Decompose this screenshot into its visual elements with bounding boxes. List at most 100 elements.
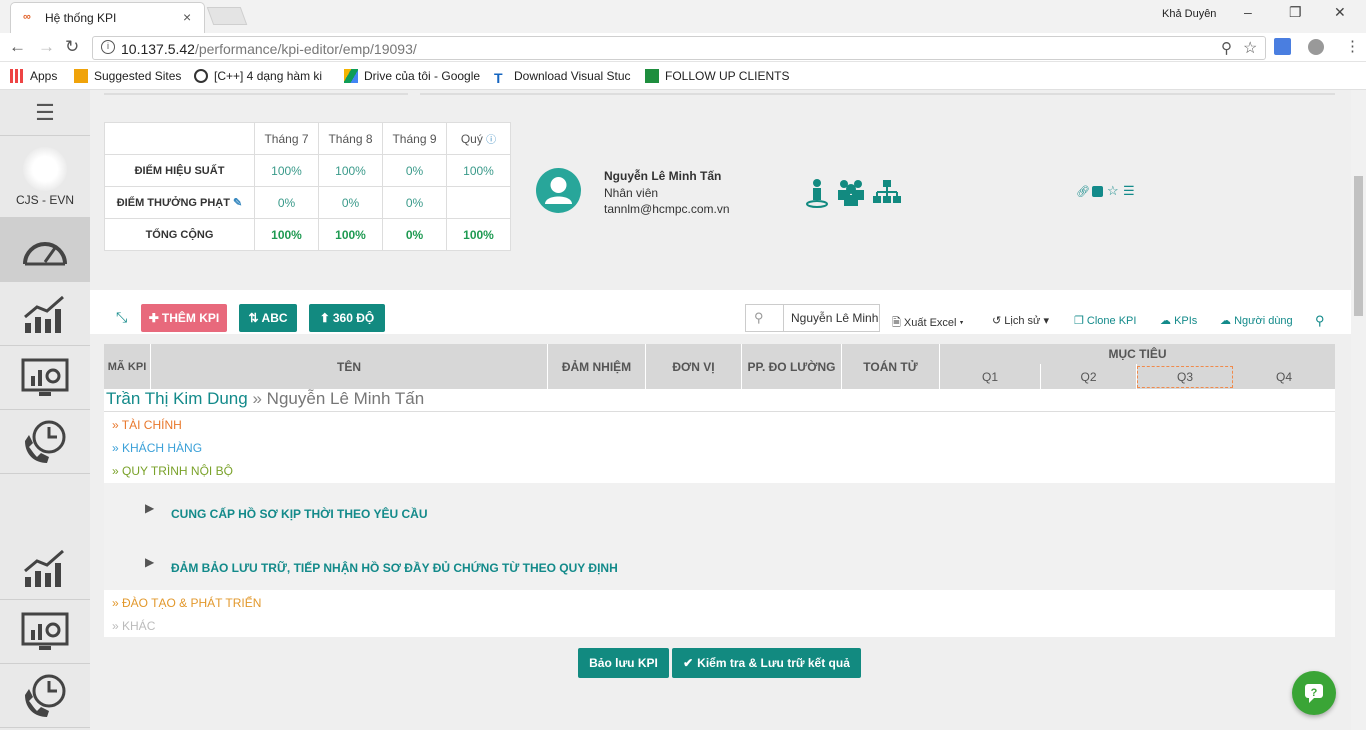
list-icon[interactable]: ☰ (1123, 183, 1135, 199)
close-tab-icon[interactable]: × (183, 9, 191, 25)
score-value: 0% (254, 186, 319, 219)
col-q1[interactable]: Q1 (940, 364, 1041, 389)
zoom-icon[interactable]: ⚲ (1221, 39, 1232, 57)
kpi-item[interactable]: ĐẢM BẢO LƯU TRỮ, TIẾP NHẬN HỒ SƠ ĐẦY ĐỦ … (171, 561, 618, 575)
search-divider (783, 305, 784, 331)
clone-kpi-button[interactable]: ❐ Clone KPI (1074, 314, 1136, 327)
check-save-button[interactable]: ✔ Kiểm tra & Lưu trữ kết quả (672, 648, 861, 678)
users-button[interactable]: ☁ Người dùng (1220, 314, 1293, 327)
score-header-quarter: Quý ⓘ (446, 122, 511, 155)
sidebar-item-monitor[interactable] (0, 346, 90, 410)
monitor-analytics-icon (21, 358, 69, 396)
bookmark-visual-studio[interactable]: T Download Visual Stuc (494, 69, 632, 84)
export-excel-button[interactable]: 🗎 Xuất Excel ▾ (892, 314, 964, 333)
scrollbar-thumb[interactable] (1354, 176, 1363, 316)
col-method[interactable]: PP. ĐO LƯỜNG (742, 344, 842, 389)
sidebar-item-monitor-2[interactable] (0, 600, 90, 664)
history-button[interactable]: ↺ Lịch sử ▾ (992, 314, 1049, 327)
edit-icon[interactable]: ✎ (233, 197, 242, 209)
url-host: 10.137.5.42 (121, 41, 195, 57)
reload-icon[interactable]: ↻ (65, 37, 79, 57)
col-q2[interactable]: Q2 (1041, 364, 1137, 389)
extension-icon[interactable] (1308, 39, 1324, 55)
score-total: 100% (318, 218, 383, 251)
group-icon[interactable] (836, 178, 866, 206)
score-row-label-bonus: ĐIỂM THƯỞNG PHẠT ✎ (104, 186, 255, 219)
category-finance[interactable]: » TÀI CHÍNH (112, 418, 182, 432)
org-logo[interactable]: CJS - EVN (0, 136, 90, 218)
bookmark-suggested[interactable]: Suggested Sites (74, 69, 181, 83)
col-q3[interactable]: Q3 (1137, 366, 1233, 388)
star-icon[interactable]: ☆ (1243, 38, 1257, 58)
employee-search[interactable]: ⚲ Nguyễn Lê Minh (745, 304, 880, 332)
col-operator[interactable]: TOÁN TỬ (842, 344, 940, 389)
profile-user-name[interactable]: Khả Duyên (1162, 8, 1216, 20)
col-unit[interactable]: ĐƠN VỊ (646, 344, 742, 389)
bookmark-cpp[interactable]: [C++] 4 dạng hàm ki (194, 69, 330, 83)
score-row-label: ĐIỂM HIỆU SUẤT (104, 154, 255, 187)
sidebar: ☰ CJS - EVN (0, 90, 90, 730)
breadcrumb: Trần Thị Kim Dung » Nguyễn Lê Minh Tấn (106, 389, 424, 409)
star-outline-icon[interactable]: ☆ (1107, 183, 1119, 199)
kpis-button[interactable]: ☁ KPIs (1160, 314, 1197, 327)
sidebar-item-history-2[interactable] (0, 664, 90, 728)
main-content: Tháng 7 Tháng 8 Tháng 9 Quý ⓘ ĐIỂM HIỆU … (90, 90, 1351, 730)
col-code[interactable]: MÃ KPI (104, 344, 151, 389)
sidebar-item-growth-2[interactable] (0, 536, 90, 600)
360-degree-button[interactable]: ⬆ 360 ĐỘ (309, 304, 385, 332)
back-icon[interactable]: ← (9, 37, 26, 57)
menu-toggle-button[interactable]: ☰ (0, 90, 90, 136)
panel-edge (104, 90, 408, 95)
help-circle-icon[interactable]: ⓘ (486, 135, 496, 146)
sidebar-item-dashboard[interactable] (0, 218, 90, 282)
col-duty[interactable]: ĐẢM NHIỆM (548, 344, 646, 389)
org-chart-icon[interactable] (873, 180, 901, 204)
collapse-icon[interactable]: ⤡ (116, 309, 127, 326)
add-kpi-button[interactable]: ✚ THÊM KPI (141, 304, 227, 332)
user-avatar-icon (545, 177, 572, 204)
col-name[interactable]: TÊN (151, 344, 548, 389)
sidebar-item-history[interactable] (0, 410, 90, 474)
info-icon[interactable]: i (101, 40, 115, 54)
outlook-icon[interactable] (1092, 186, 1103, 197)
user-search-icon: ⚲ (754, 310, 764, 325)
help-chat-button[interactable]: ? (1292, 671, 1336, 715)
col-q4[interactable]: Q4 (1233, 364, 1335, 389)
forward-icon[interactable]: → (38, 37, 55, 57)
category-internal-process[interactable]: » QUY TRÌNH NỘI BỘ (112, 464, 233, 478)
menu-icon[interactable]: ⋮ (1345, 37, 1360, 55)
breadcrumb-manager[interactable]: Trần Thị Kim Dung (106, 389, 248, 408)
sheets-icon (645, 69, 659, 83)
browser-tab-bar: ∞ Hệ thống KPI × Khả Duyên – ❐ ✕ (0, 0, 1366, 33)
url-input[interactable]: i 10.137.5.42/performance/kpi-editor/emp… (92, 36, 1266, 60)
sort-abc-button[interactable]: ⇅ ABC (239, 304, 297, 332)
bookmark-drive[interactable]: Drive của tôi - Google (344, 69, 482, 83)
category-other[interactable]: » KHÁC (112, 619, 155, 633)
kpi-item[interactable]: CUNG CẤP HỒ SƠ KỊP THỜI THEO YÊU CẦU (171, 507, 428, 521)
link-icon[interactable]: 🔗︎ (1076, 185, 1090, 198)
browser-tab[interactable]: ∞ Hệ thống KPI × (10, 2, 205, 33)
sidebar-item-growth[interactable] (0, 282, 90, 346)
bookmark-apps[interactable]: Apps (10, 69, 57, 83)
score-value: 100% (254, 154, 319, 187)
search-icon[interactable]: ⚲ (1315, 313, 1325, 329)
category-training[interactable]: » ĐÀO TẠO & PHÁT TRIỂN (112, 596, 261, 610)
expand-triangle-icon[interactable]: ▶ (145, 555, 154, 569)
score-header: Tháng 8 (318, 122, 383, 155)
restore-icon[interactable]: ❐ (1289, 4, 1302, 21)
close-window-icon[interactable]: ✕ (1334, 4, 1346, 21)
search-input[interactable]: Nguyễn Lê Minh (791, 311, 879, 325)
bookmarks-bar: Apps Suggested Sites [C++] 4 dạng hàm ki… (0, 62, 1366, 90)
translate-icon[interactable] (1274, 38, 1291, 55)
expand-triangle-icon[interactable]: ▶ (145, 501, 154, 515)
score-header: Tháng 9 (382, 122, 447, 155)
save-kpi-button[interactable]: Bảo lưu KPI (578, 648, 669, 678)
new-tab-button[interactable] (206, 7, 248, 25)
hamburger-icon: ☰ (35, 99, 55, 125)
minimize-icon[interactable]: – (1244, 4, 1252, 20)
category-customer[interactable]: » KHÁCH HÀNG (112, 441, 202, 455)
scrollbar[interactable] (1351, 90, 1366, 730)
person-icon[interactable] (806, 178, 828, 208)
score-value: 0% (318, 186, 383, 219)
bookmark-followup[interactable]: FOLLOW UP CLIENTS (645, 69, 789, 83)
